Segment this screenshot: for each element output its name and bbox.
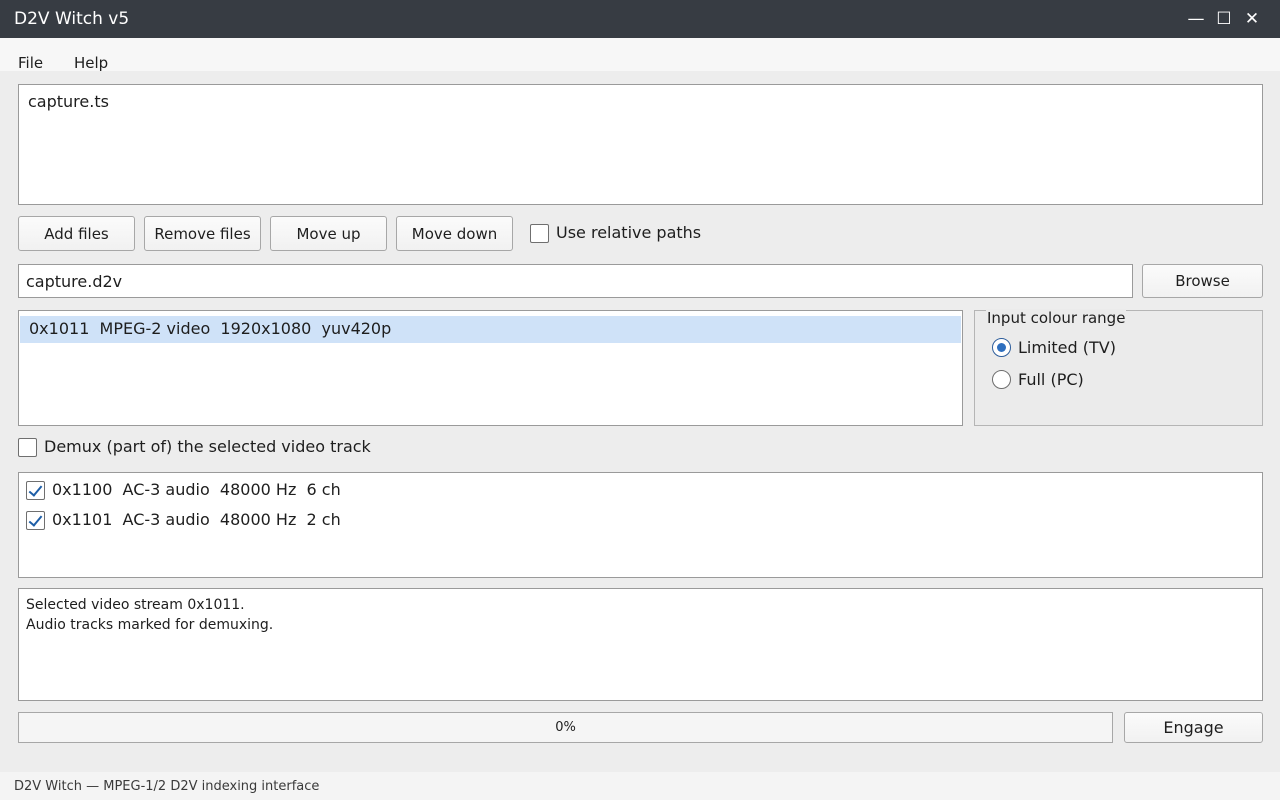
progress-bar: 0%	[18, 712, 1113, 743]
title-bar: D2V Witch v5 — ☐ ✕	[0, 0, 1280, 38]
colour-range-title: Input colour range	[986, 309, 1127, 327]
audio-track-label: 0x1100 AC-3 audio 48000 Hz 6 ch	[52, 480, 341, 499]
audio-track-checkbox[interactable]	[26, 511, 45, 530]
audio-track-list[interactable]: 0x1100 AC-3 audio 48000 Hz 6 ch 0x1101 A…	[18, 472, 1263, 578]
remove-files-button[interactable]: Remove files	[144, 216, 261, 251]
limited-tv-radio[interactable]	[992, 338, 1011, 357]
menu-help[interactable]: Help	[74, 54, 108, 72]
move-up-button[interactable]: Move up	[270, 216, 387, 251]
audio-track-checkbox[interactable]	[26, 481, 45, 500]
video-track-list[interactable]: 0x1011 MPEG-2 video 1920x1080 yuv420p	[18, 310, 963, 426]
close-icon[interactable]: ✕	[1242, 8, 1262, 30]
add-files-button[interactable]: Add files	[18, 216, 135, 251]
log-output[interactable]: Selected video stream 0x1011. Audio trac…	[18, 588, 1263, 701]
window-title: D2V Witch v5	[14, 9, 130, 29]
video-track-label: 0x1011 MPEG-2 video 1920x1080 yuv420p	[29, 319, 392, 338]
full-pc-label: Full (PC)	[1018, 370, 1084, 389]
file-list-item[interactable]: capture.ts	[28, 92, 109, 112]
log-line: Selected video stream 0x1011.	[26, 597, 245, 613]
engage-button[interactable]: Engage	[1124, 712, 1263, 743]
browse-button[interactable]: Browse	[1142, 264, 1263, 298]
status-text: D2V Witch — MPEG-1/2 D2V indexing interf…	[14, 779, 320, 794]
audio-track-label: 0x1101 AC-3 audio 48000 Hz 2 ch	[52, 510, 341, 529]
log-line: Audio tracks marked for demuxing.	[26, 617, 274, 633]
status-bar: D2V Witch — MPEG-1/2 D2V indexing interf…	[0, 772, 1280, 800]
colour-range-group: Input colour range Limited (TV) Full (PC…	[974, 309, 1263, 426]
input-file-list[interactable]: capture.ts	[18, 84, 1263, 205]
demux-video-checkbox[interactable]	[18, 438, 37, 457]
limited-tv-label: Limited (TV)	[1018, 338, 1116, 357]
full-pc-radio[interactable]	[992, 370, 1011, 389]
progress-text: 0%	[555, 720, 576, 735]
output-file-field[interactable]	[18, 264, 1133, 298]
minimize-icon[interactable]: —	[1186, 8, 1206, 30]
move-down-button[interactable]: Move down	[396, 216, 513, 251]
relative-paths-checkbox[interactable]	[530, 224, 549, 243]
menu-file[interactable]: File	[18, 54, 43, 72]
demux-video-label: Demux (part of) the selected video track	[44, 437, 371, 456]
menu-bar: File Help	[0, 38, 1280, 72]
video-track-row-selected[interactable]: 0x1011 MPEG-2 video 1920x1080 yuv420p	[20, 316, 961, 343]
maximize-icon[interactable]: ☐	[1214, 8, 1234, 30]
relative-paths-label: Use relative paths	[556, 223, 702, 242]
